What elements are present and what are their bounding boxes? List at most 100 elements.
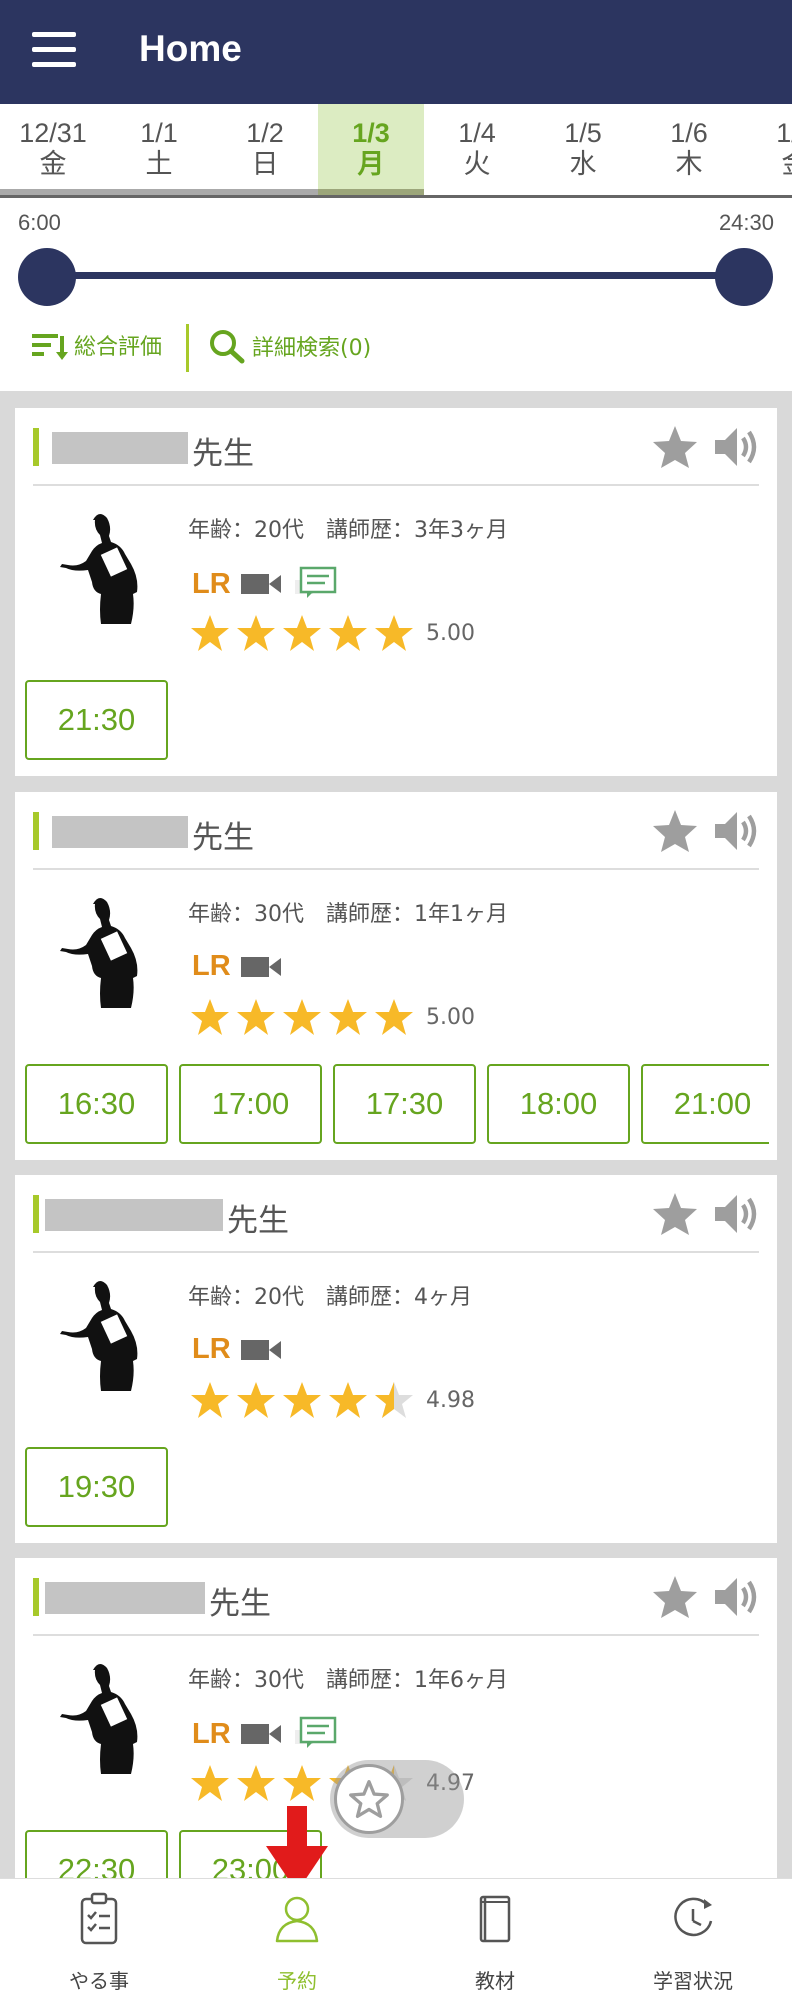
card-accent-bar [33,428,39,466]
weekday-label: 水 [569,149,597,179]
date-tab[interactable]: 1/7金 [742,104,792,195]
lr-badge: LR [192,1333,231,1365]
speaker-icon[interactable] [711,1574,763,1620]
time-slot-button[interactable]: 21:30 [25,680,168,760]
teacher-name-redacted [52,816,188,848]
lr-badge: LR [192,1717,231,1750]
teacher-badges: LR [192,950,283,983]
nav-materials[interactable]: 教材 [396,1879,594,2000]
sort-icon [32,334,68,360]
teacher-info: 年齢：30代 講師歴：1年6ヶ月 [188,1668,508,1693]
teacher-avatar-silhouette [60,1663,138,1774]
lr-badge: LR [192,950,231,982]
book-icon [479,1895,511,1943]
filter-divider [186,324,189,372]
hamburger-menu-icon[interactable] [32,32,76,68]
time-range-panel: 6:00 24:30 総合評価 詳細検索(0) [0,198,792,391]
time-slot-button[interactable]: 16:30 [25,1064,168,1144]
teacher-card[interactable]: 先生 年齢：30代 講師歴：1年1ヶ月 LR 5.00 16:30 17:00 … [15,792,777,1160]
card-divider [33,1251,759,1253]
time-slots: 16:30 17:00 17:30 18:00 21:00 [25,1064,769,1144]
date-label: 12/31 [19,118,87,148]
time-slider-start-handle[interactable] [18,248,76,306]
time-slot-button[interactable]: 19:30 [25,1447,168,1527]
clock-history-icon [674,1897,713,1937]
date-tab[interactable]: 1/1 土 [106,104,212,195]
sort-button[interactable]: 総合評価 [30,328,162,362]
star-rating-icons [191,1382,413,1418]
teacher-name-suffix: 先生 [192,436,254,472]
speaker-icon[interactable] [711,1191,763,1237]
time-slots: 19:30 [25,1447,769,1527]
teacher-name-redacted [45,1582,205,1614]
person-icon [275,1896,319,1943]
app-header: Home [0,0,792,104]
weekday-label: 火 [463,149,491,179]
time-end-label: 24:30 [718,210,774,235]
video-camera-icon [240,956,281,977]
nav-label: 教材 [475,1969,515,1993]
teacher-name-suffix: 先生 [227,1203,289,1239]
star-rating-icons [191,999,413,1035]
page-title: Home [139,28,242,69]
favorite-star-icon[interactable] [651,424,699,470]
card-accent-bar [33,812,39,850]
advanced-search-button[interactable]: 詳細検索(0) [208,328,371,364]
teacher-badges: LR [192,566,339,602]
speaker-icon[interactable] [711,424,763,470]
nav-progress[interactable]: 学習状況 [594,1879,792,2000]
card-accent-bar [33,1578,39,1616]
date-tab[interactable]: 12/31 金 [0,104,318,195]
card-accent-bar [33,1195,39,1233]
rating-value: 5.00 [426,620,475,646]
date-tab[interactable]: 1/4 火 [424,104,530,195]
time-slot-button[interactable]: 21:00 [641,1064,769,1144]
date-label: 1/6 [670,118,708,148]
time-slider-track[interactable] [48,272,744,279]
favorite-star-icon[interactable] [651,1574,699,1620]
time-slot-button[interactable]: 17:30 [333,1064,476,1144]
date-tab-selected[interactable]: 1/3 月 [318,104,424,195]
time-slider-end-handle[interactable] [715,248,773,306]
card-divider [33,484,759,486]
time-slot-button[interactable]: 17:00 [179,1064,322,1144]
teacher-badges: LR [192,1333,283,1366]
date-tab[interactable]: 1/2 日 [212,104,318,195]
teacher-info: 年齢：20代 講師歴：4ヶ月 [188,1285,472,1310]
lr-badge: LR [192,567,231,600]
date-selector: 12/31金 1/1土 1/2日 1/3月 1/4火 1/5水 1/6木 1/7… [0,104,792,198]
rating-stars: 4.98 [190,1380,475,1420]
nav-label: 予約 [277,1969,317,1993]
teacher-card[interactable]: 先生 年齢：20代 講師歴：3年3ヶ月 LR 5.00 21:30 [15,408,777,776]
date-label: 1/1 [140,118,178,148]
weekday-label: 土 [145,149,173,179]
chat-icon [294,1716,336,1748]
teacher-card[interactable]: 先生 年齢：30代 講師歴：1年6ヶ月 LR 4.97 22:30 23:00 [15,1558,777,1910]
favorite-filter-toggle[interactable] [330,1760,464,1838]
weekday-label: 金 [39,149,67,179]
teacher-info: 年齢：20代 講師歴：3年3ヶ月 [188,518,508,543]
favorite-star-icon[interactable] [651,1191,699,1237]
date-tab[interactable]: 1/6 木 [636,104,742,195]
teacher-info: 年齢：30代 講師歴：1年1ヶ月 [188,902,508,927]
time-slots: 21:30 [25,680,769,760]
nav-reservation[interactable]: 予約 [198,1879,396,2000]
rating-stars: 5.00 [190,613,475,653]
teacher-avatar-silhouette [60,1280,138,1391]
time-start-label: 6:00 [18,210,61,235]
star-rating-icons [191,615,413,651]
date-label: 1/2 [246,118,284,148]
date-tab[interactable]: 1/5 水 [530,104,636,195]
date-label: 1/3 [352,118,390,148]
clipboard-icon [80,1892,118,1945]
time-slot-button[interactable]: 18:00 [487,1064,630,1144]
teacher-card[interactable]: 先生 年齢：20代 講師歴：4ヶ月 LR 4.98 19:30 [15,1175,777,1543]
favorite-star-icon[interactable] [651,808,699,854]
date-label: 1/4 [458,118,496,148]
nav-todo[interactable]: やる事 [0,1879,198,2000]
card-divider [33,1634,759,1636]
chat-icon [294,566,336,598]
nav-label: やる事 [69,1969,129,1993]
teacher-name-redacted [45,1199,223,1231]
speaker-icon[interactable] [711,808,763,854]
